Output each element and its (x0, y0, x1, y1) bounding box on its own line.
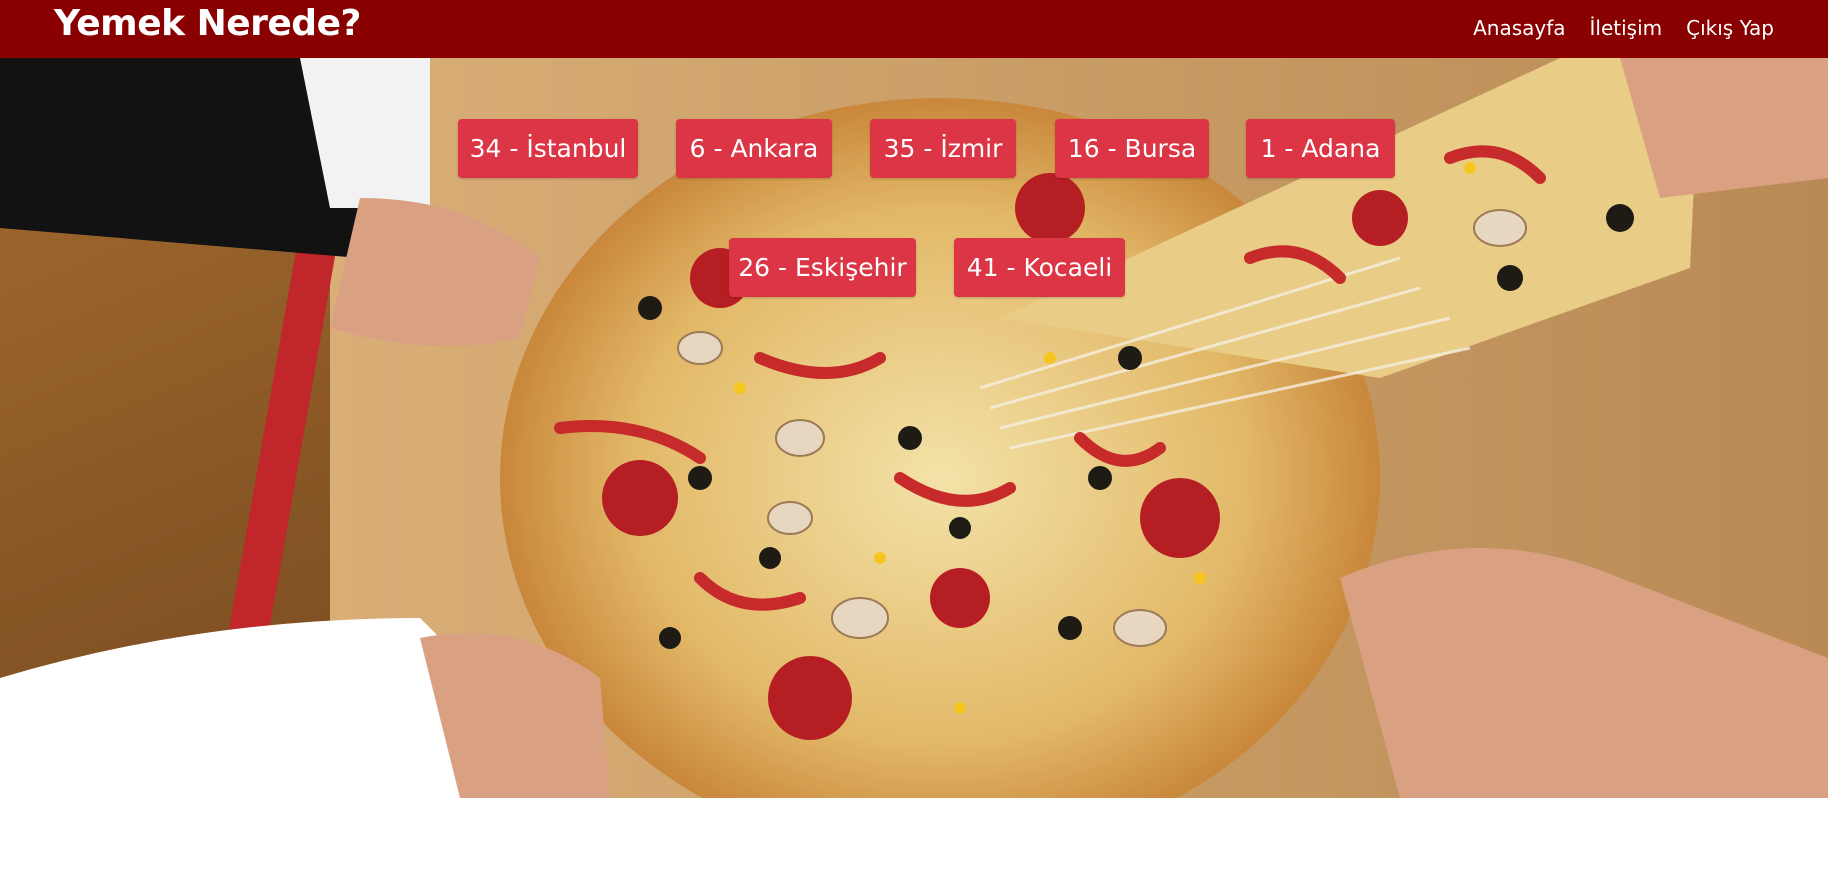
top-navbar: Yemek Nerede? Anasayfa İletişim Çıkış Ya… (0, 0, 1828, 58)
city-button-eskisehir[interactable]: 26 - Eskişehir (729, 238, 916, 297)
city-button-adana[interactable]: 1 - Adana (1246, 119, 1395, 178)
nav-links: Anasayfa İletişim Çıkış Yap (1449, 16, 1774, 40)
nav-link-logout[interactable]: Çıkış Yap (1686, 16, 1774, 40)
city-button-ankara[interactable]: 6 - Ankara (676, 119, 832, 178)
hero-banner: 34 - İstanbul 6 - Ankara 35 - İzmir 16 -… (0, 58, 1828, 798)
nav-link-home[interactable]: Anasayfa (1473, 16, 1565, 40)
brand-logo-text[interactable]: Yemek Nerede? (54, 3, 361, 44)
city-button-bursa[interactable]: 16 - Bursa (1055, 119, 1209, 178)
city-button-izmir[interactable]: 35 - İzmir (870, 119, 1016, 178)
page-body-blank (0, 798, 1828, 880)
city-button-kocaeli[interactable]: 41 - Kocaeli (954, 238, 1125, 297)
nav-link-contact[interactable]: İletişim (1590, 16, 1663, 40)
city-button-istanbul[interactable]: 34 - İstanbul (458, 119, 638, 178)
